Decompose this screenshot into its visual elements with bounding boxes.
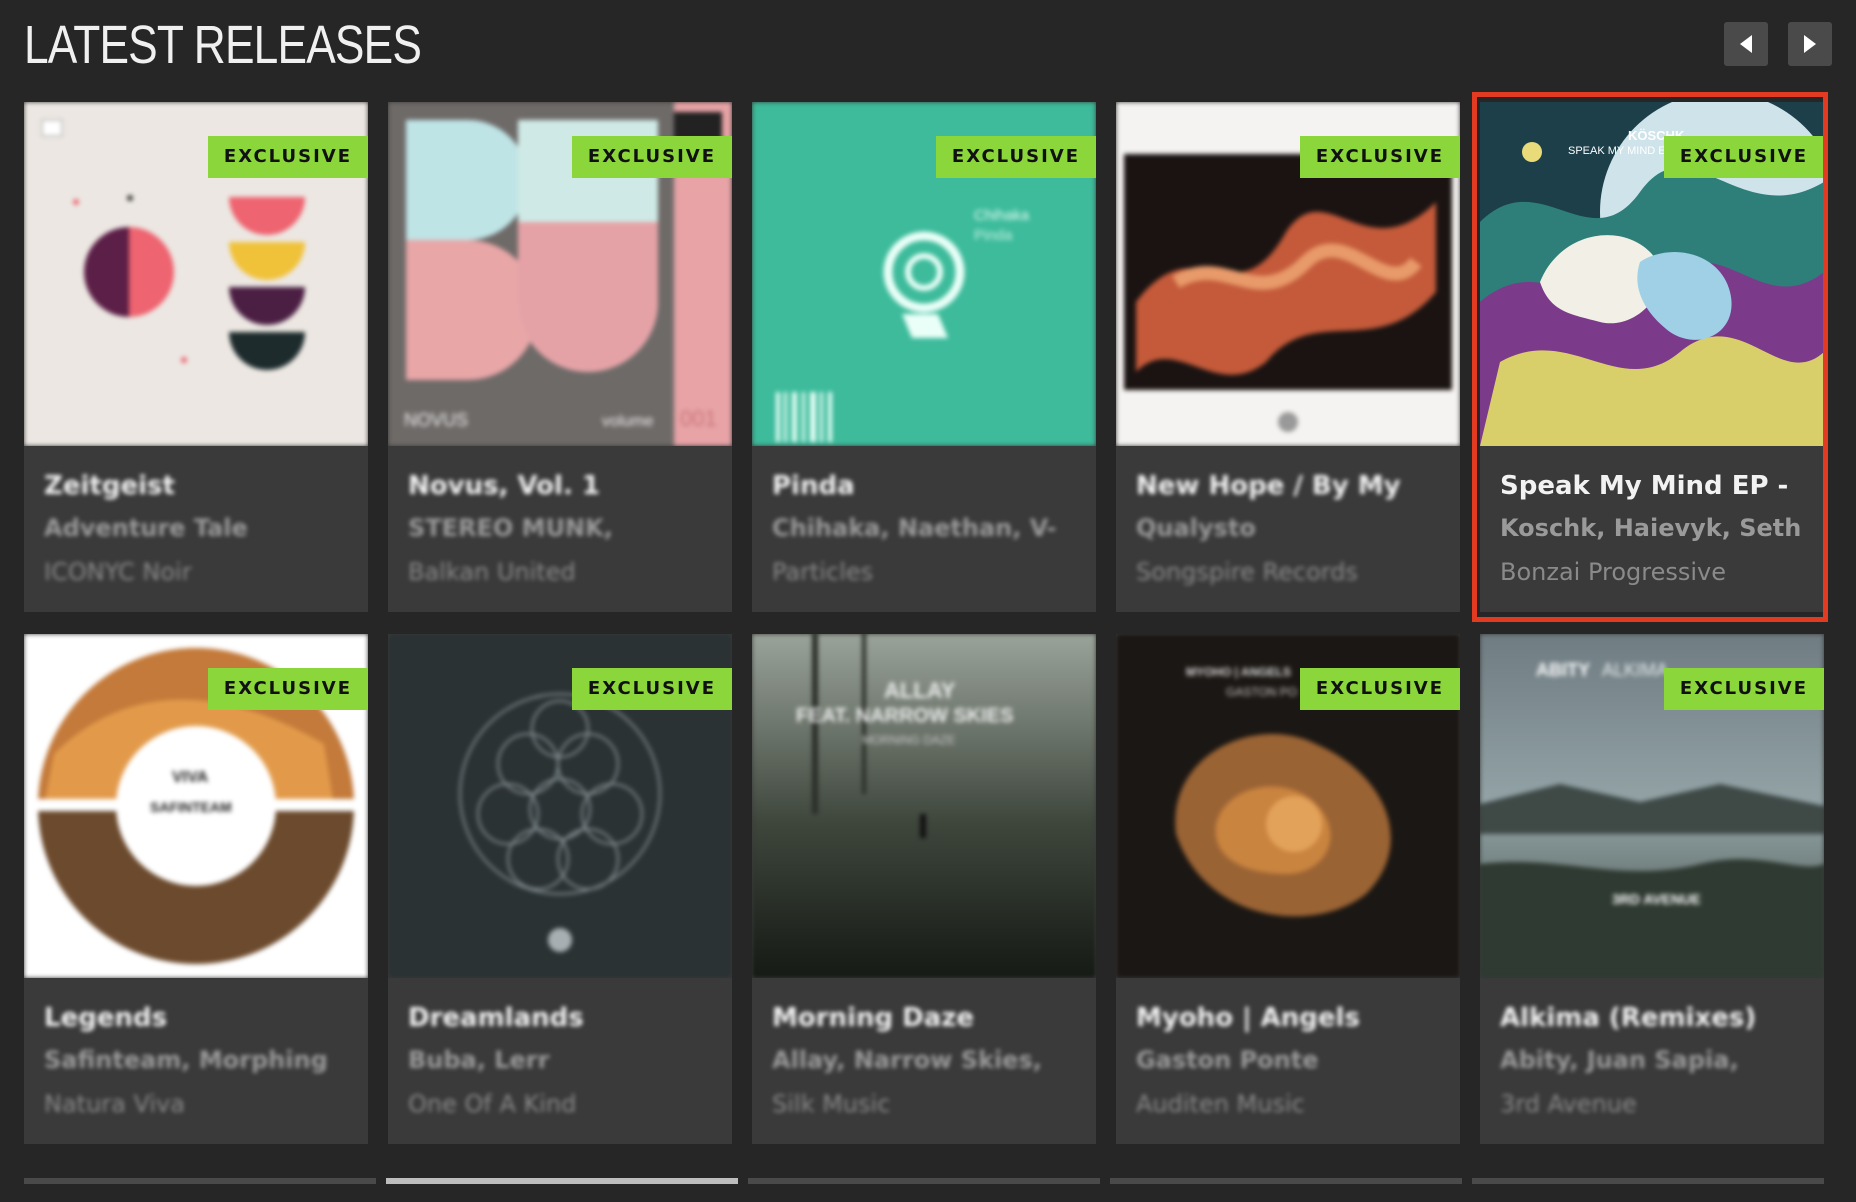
carousel-nav: [1724, 22, 1832, 66]
cover-art[interactable]: EXCLUSIVE: [388, 634, 732, 978]
release-meta: Zeitgeist Adventure Tale ICONYC Noir: [44, 466, 356, 594]
exclusive-badge: EXCLUSIVE: [1299, 668, 1460, 710]
cover-art[interactable]: ALLAY FEAT. NARROW SKIES MORNING DAZE: [752, 634, 1096, 978]
exclusive-badge: EXCLUSIVE: [1663, 136, 1824, 178]
pager-segment-1[interactable]: [24, 1178, 376, 1184]
art-text: VIVA: [172, 769, 209, 786]
release-label[interactable]: Auditen Music: [1136, 1082, 1448, 1126]
release-title[interactable]: Speak My Mind EP -: [1500, 466, 1812, 506]
art-text: Pinda: [974, 227, 1013, 244]
release-title[interactable]: New Hope / By My: [1136, 466, 1448, 506]
art-text: FEAT. NARROW SKIES: [796, 705, 1013, 727]
exclusive-badge: EXCLUSIVE: [207, 668, 368, 710]
release-artists[interactable]: STEREO MUNK,: [408, 506, 720, 550]
exclusive-badge: EXCLUSIVE: [1299, 136, 1460, 178]
release-meta: Myoho | Angels Gaston Ponte Auditen Musi…: [1136, 998, 1448, 1126]
release-label[interactable]: ICONYC Noir: [44, 550, 356, 594]
art-text: 001: [680, 406, 717, 431]
release-card[interactable]: Chihaka Pinda EXCLUSIVE Pinda Chihaka, N…: [752, 102, 1096, 612]
art-text: ALKIMA: [1602, 660, 1668, 680]
art-text: MORNING DAZE: [862, 733, 955, 747]
release-card[interactable]: ABITY ALKIMA 3RD AVENUE EXCLUSIVE Alkima…: [1480, 634, 1824, 1144]
release-title[interactable]: Legends: [44, 998, 356, 1038]
release-title[interactable]: Novus, Vol. 1: [408, 466, 720, 506]
art-text: volume: [602, 413, 654, 430]
exclusive-badge: EXCLUSIVE: [935, 136, 1096, 178]
release-label[interactable]: Bonzai Progressive: [1500, 550, 1812, 594]
release-artists[interactable]: Abity, Juan Sapia,: [1500, 1038, 1812, 1082]
release-meta: Novus, Vol. 1 STEREO MUNK, Balkan United: [408, 466, 720, 594]
release-meta: Alkima (Remixes) Abity, Juan Sapia, 3rd …: [1500, 998, 1812, 1126]
release-artists[interactable]: Chihaka, Naethan, V-: [772, 506, 1084, 550]
release-meta: New Hope / By My Qualysto Songspire Reco…: [1136, 466, 1448, 594]
art-text: ALLAY: [884, 678, 956, 703]
release-meta: Morning Daze Allay, Narrow Skies, Silk M…: [772, 998, 1084, 1126]
arrow-left-icon: [1740, 35, 1752, 53]
pager-segment-3[interactable]: [748, 1178, 1100, 1184]
art-text: Chihaka: [974, 207, 1030, 224]
release-label[interactable]: 3rd Avenue: [1500, 1082, 1812, 1126]
release-artists[interactable]: Gaston Ponte: [1136, 1038, 1448, 1082]
exclusive-badge: EXCLUSIVE: [571, 668, 732, 710]
cover-art[interactable]: EXCLUSIVE: [24, 102, 368, 446]
page-title: LATEST RELEASES: [24, 15, 422, 75]
release-label[interactable]: Balkan United: [408, 550, 720, 594]
cover-art[interactable]: VIVA SAFINTEAM EXCLUSIVE: [24, 634, 368, 978]
release-label[interactable]: Silk Music: [772, 1082, 1084, 1126]
release-title[interactable]: Alkima (Remixes): [1500, 998, 1812, 1038]
release-title[interactable]: Myoho | Angels: [1136, 998, 1448, 1038]
exclusive-badge: EXCLUSIVE: [207, 136, 368, 178]
release-artists[interactable]: Koschk, Haievyk, Seth: [1500, 506, 1812, 550]
release-meta: Pinda Chihaka, Naethan, V- Particles: [772, 466, 1084, 594]
release-card[interactable]: EXCLUSIVE Zeitgeist Adventure Tale ICONY…: [24, 102, 368, 612]
cover-art[interactable]: Chihaka Pinda EXCLUSIVE: [752, 102, 1096, 446]
release-meta: Legends Safinteam, Morphing Natura Viva: [44, 998, 356, 1126]
exclusive-badge: EXCLUSIVE: [571, 136, 732, 178]
release-card[interactable]: MYOHO | ANGELS GASTON PO EXCLUSIVE Myoho…: [1116, 634, 1460, 1144]
release-title[interactable]: Dreamlands: [408, 998, 720, 1038]
release-artists[interactable]: Allay, Narrow Skies,: [772, 1038, 1084, 1082]
release-meta: Dreamlands Buba, Lerr One Of A Kind: [408, 998, 720, 1126]
cover-art-image: ALLAY FEAT. NARROW SKIES MORNING DAZE: [752, 634, 1096, 978]
cover-art[interactable]: MYOHO | ANGELS GASTON PO EXCLUSIVE: [1116, 634, 1460, 978]
art-text: GASTON PO: [1226, 685, 1297, 699]
release-title[interactable]: Morning Daze: [772, 998, 1084, 1038]
cover-art[interactable]: ABITY ALKIMA 3RD AVENUE EXCLUSIVE: [1480, 634, 1824, 978]
art-text: ABITY: [1536, 660, 1590, 680]
header: LATEST RELEASES: [24, 14, 1832, 76]
release-artists[interactable]: Buba, Lerr: [408, 1038, 720, 1082]
next-button[interactable]: [1788, 22, 1832, 66]
release-artists[interactable]: Qualysto: [1136, 506, 1448, 550]
release-label[interactable]: One Of A Kind: [408, 1082, 720, 1126]
release-label[interactable]: Songspire Records: [1136, 550, 1448, 594]
pager-segment-2[interactable]: [386, 1178, 738, 1184]
release-artists[interactable]: Adventure Tale: [44, 506, 356, 550]
release-label[interactable]: Natura Viva: [44, 1082, 356, 1126]
release-label[interactable]: Particles: [772, 550, 1084, 594]
art-text: NOVUS: [404, 410, 468, 430]
exclusive-badge: EXCLUSIVE: [1663, 668, 1824, 710]
arrow-right-icon: [1804, 35, 1816, 53]
release-meta: Speak My Mind EP - Koschk, Haievyk, Seth…: [1500, 466, 1812, 594]
release-card[interactable]: VIVA SAFINTEAM EXCLUSIVE Legends Safinte…: [24, 634, 368, 1144]
art-text: SPEAK MY MIND EP: [1568, 145, 1673, 157]
pager-segment-5[interactable]: [1472, 1178, 1824, 1184]
release-artists[interactable]: Safinteam, Morphing: [44, 1038, 356, 1082]
release-card[interactable]: EXCLUSIVE New Hope / By My Qualysto Song…: [1116, 102, 1460, 612]
release-title[interactable]: Zeitgeist: [44, 466, 356, 506]
release-card-selected[interactable]: KÖSCHK SPEAK MY MIND EP EXCLUSIVE Speak …: [1480, 102, 1824, 612]
release-title[interactable]: Pinda: [772, 466, 1084, 506]
release-card[interactable]: ALLAY FEAT. NARROW SKIES MORNING DAZE Mo…: [752, 634, 1096, 1144]
art-text: SAFINTEAM: [150, 799, 232, 815]
art-text: 3RD AVENUE: [1612, 891, 1701, 907]
cover-art[interactable]: NOVUS volume 001 EXCLUSIVE: [388, 102, 732, 446]
cover-art[interactable]: EXCLUSIVE: [1116, 102, 1460, 446]
carousel-pager: [24, 1178, 1824, 1184]
pager-segment-4[interactable]: [1110, 1178, 1462, 1184]
release-card[interactable]: EXCLUSIVE Dreamlands Buba, Lerr One Of A…: [388, 634, 732, 1144]
cover-art[interactable]: KÖSCHK SPEAK MY MIND EP EXCLUSIVE: [1480, 102, 1824, 446]
previous-button[interactable]: [1724, 22, 1768, 66]
release-card[interactable]: NOVUS volume 001 EXCLUSIVE Novus, Vol. 1…: [388, 102, 732, 612]
art-text: MYOHO | ANGELS: [1186, 665, 1291, 679]
